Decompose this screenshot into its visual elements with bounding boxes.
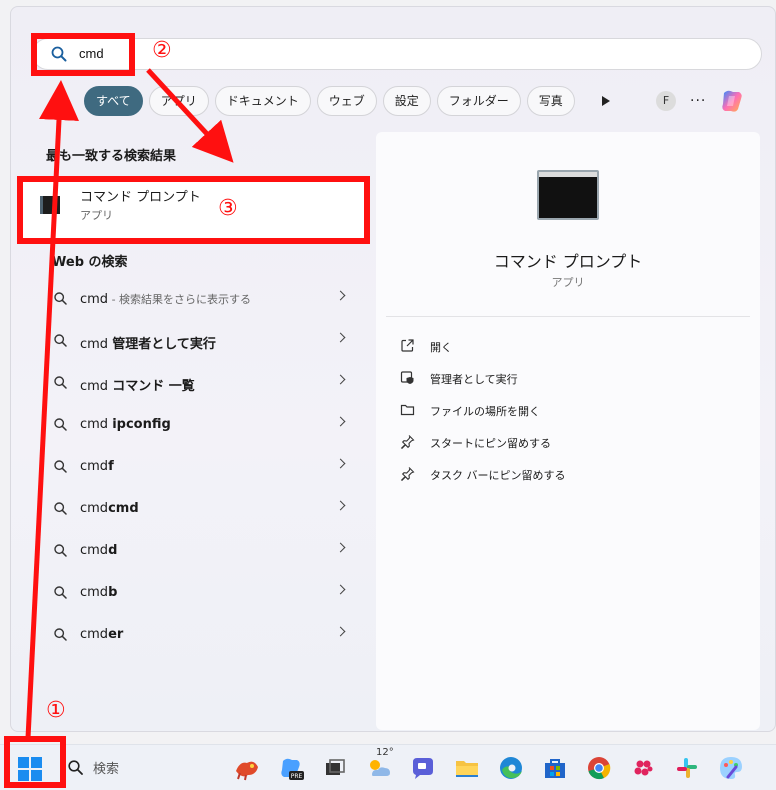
chrome-browser-icon[interactable] <box>584 753 614 783</box>
web-search-label: cmd コマンド 一覧 <box>80 379 195 394</box>
best-match-title: 最も一致する検索結果 <box>46 149 177 164</box>
open-external-icon <box>400 338 415 356</box>
web-search-list: cmd - 検索結果をさらに表示する cmd 管理者として実行 cmd コマンド… <box>40 278 360 656</box>
filter-chips: すべて アプリ ドキュメント ウェブ 設定 フォルダー 写真 <box>84 86 575 116</box>
annotation-number-1: ① <box>46 698 66 723</box>
command-prompt-large-icon <box>537 170 599 220</box>
account-avatar[interactable]: F <box>656 91 676 111</box>
search-box[interactable]: cmd <box>32 38 762 70</box>
pin-icon <box>400 466 415 484</box>
annotation-box-search <box>31 33 135 76</box>
edge-browser-icon[interactable] <box>496 753 526 783</box>
search-icon <box>54 334 67 351</box>
details-app-name: コマンド プロンプト <box>493 252 643 271</box>
web-search-item[interactable]: cmdb <box>40 572 360 614</box>
web-search-label: cmd ipconfig <box>80 417 171 432</box>
admin-shield-icon <box>400 370 415 388</box>
details-app-type: アプリ <box>551 276 585 289</box>
web-search-label: cmd - 検索結果をさらに表示する <box>80 292 252 307</box>
web-search-label: cmd 管理者として実行 <box>80 337 216 352</box>
web-search-item[interactable]: cmdd <box>40 530 360 572</box>
search-icon <box>54 292 67 309</box>
chevron-right-icon <box>335 626 346 637</box>
weather-temperature: 12° <box>376 747 394 758</box>
filter-web[interactable]: ウェブ <box>316 86 377 116</box>
filter-all[interactable]: すべて <box>84 86 143 116</box>
annotation-box-start <box>4 736 66 788</box>
web-search-label: cmdb <box>80 585 118 600</box>
web-search-item[interactable]: cmd 管理者として実行 <box>40 320 360 362</box>
web-search-item[interactable]: cmd - 検索結果をさらに表示する <box>40 278 360 320</box>
annotation-number-3: ③ <box>218 196 238 221</box>
filter-photos[interactable]: 写真 <box>526 86 575 116</box>
dragon-widget-icon[interactable] <box>232 753 262 783</box>
web-search-item[interactable]: cmder <box>40 614 360 656</box>
search-icon <box>54 376 67 393</box>
search-icon <box>54 586 67 603</box>
dots-app-icon[interactable] <box>628 753 658 783</box>
taskbar: 検索 PRE 12° <box>0 744 776 790</box>
chevron-right-icon <box>335 290 346 301</box>
chevron-right-icon <box>335 374 346 385</box>
web-search-label: cmdd <box>80 543 118 558</box>
copilot-pre-icon[interactable]: PRE <box>276 753 306 783</box>
folder-icon <box>400 402 415 420</box>
web-search-label: cmdcmd <box>80 501 139 516</box>
microsoft-store-icon[interactable] <box>540 753 570 783</box>
weather-icon[interactable]: 12° <box>364 747 394 783</box>
chevron-right-icon <box>335 584 346 595</box>
chevron-right-icon <box>335 416 346 427</box>
slack-icon[interactable] <box>672 753 702 783</box>
web-search-label: cmdf <box>80 459 114 474</box>
web-search-title: Web の検索 <box>52 255 128 270</box>
annotation-box-best-match <box>17 176 370 244</box>
pin-icon <box>400 434 415 452</box>
task-view-icon[interactable] <box>320 753 350 783</box>
search-icon <box>54 628 67 645</box>
search-icon <box>54 502 67 519</box>
details-divider <box>386 316 750 317</box>
filter-extra: F ··· <box>596 86 746 116</box>
chevron-right-icon <box>335 458 346 469</box>
filter-settings[interactable]: 設定 <box>382 86 431 116</box>
chevron-right-icon <box>335 542 346 553</box>
filter-documents[interactable]: ドキュメント <box>214 86 311 116</box>
filter-folders[interactable]: フォルダー <box>436 86 521 116</box>
search-icon <box>54 460 67 477</box>
chevron-right-icon <box>335 500 346 511</box>
details-panel: コマンド プロンプト アプリ 開く 管理者として実行 ファイルの場所を開く スタ… <box>376 132 760 730</box>
play-more-filters-icon[interactable] <box>602 96 610 106</box>
search-icon <box>54 544 67 561</box>
copilot-icon[interactable] <box>718 87 746 115</box>
taskbar-search-input[interactable]: 検索 <box>93 758 119 777</box>
web-search-item[interactable]: cmdf <box>40 446 360 488</box>
filter-apps[interactable]: アプリ <box>148 86 209 116</box>
more-options-icon[interactable]: ··· <box>690 93 706 109</box>
paint-app-icon[interactable] <box>716 753 746 783</box>
file-explorer-icon[interactable] <box>452 753 482 783</box>
web-search-item[interactable]: cmdcmd <box>40 488 360 530</box>
web-search-item[interactable]: cmd コマンド 一覧 <box>40 362 360 404</box>
taskbar-search-icon[interactable] <box>68 760 83 779</box>
web-search-label: cmder <box>80 627 124 642</box>
annotation-number-2: ② <box>152 38 172 63</box>
search-icon <box>54 418 67 435</box>
taskbar-apps: PRE 12° <box>232 747 746 783</box>
svg-text:PRE: PRE <box>291 773 303 780</box>
chat-app-icon[interactable] <box>408 753 438 783</box>
chevron-right-icon <box>335 332 346 343</box>
web-search-item[interactable]: cmd ipconfig <box>40 404 360 446</box>
